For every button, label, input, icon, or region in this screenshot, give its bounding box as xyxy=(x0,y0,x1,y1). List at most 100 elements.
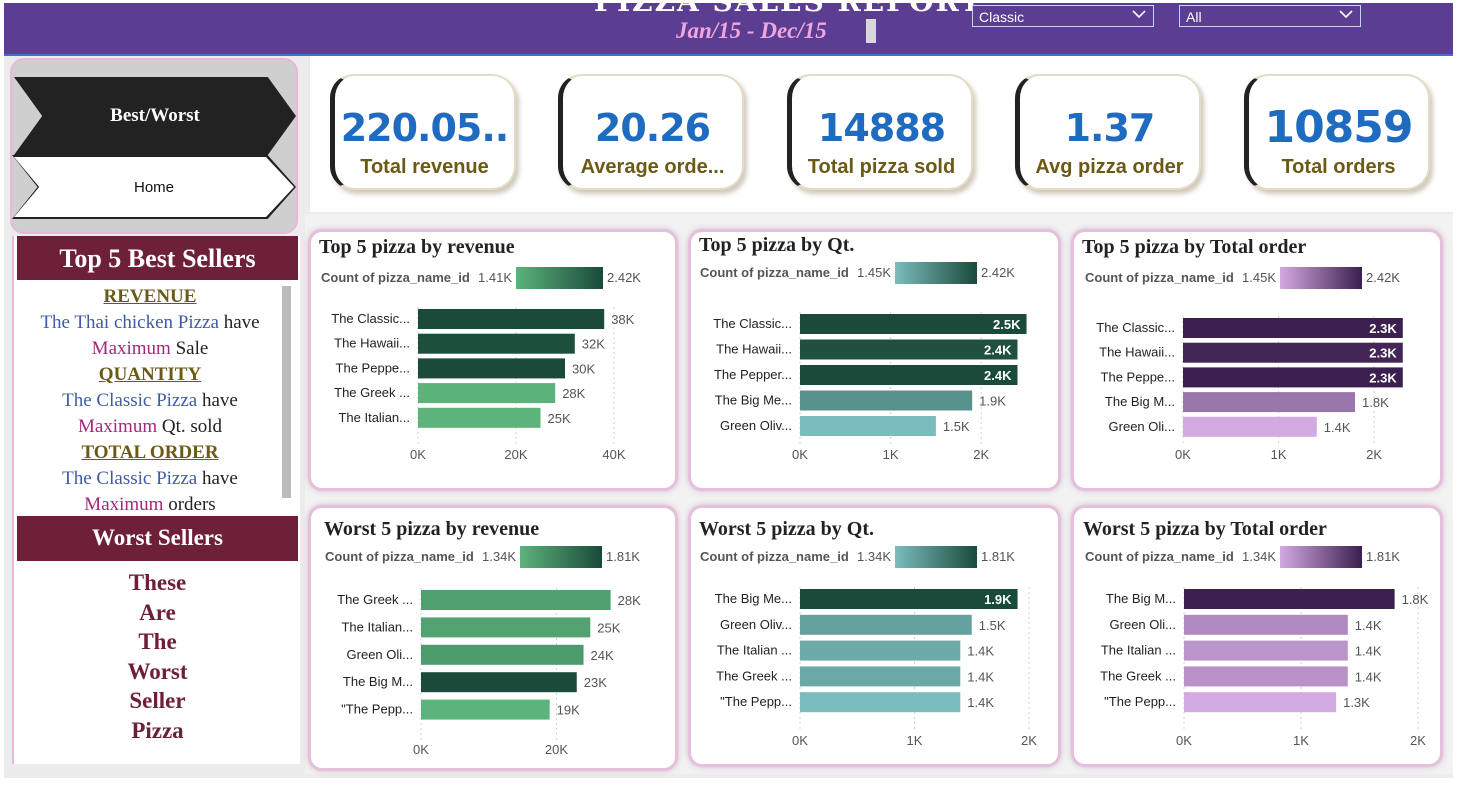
legend-max: 2.42K xyxy=(981,265,1015,280)
data-label: 1.4K xyxy=(1324,420,1351,435)
category-label: The Hawaii... xyxy=(716,342,792,357)
data-label: 1.4K xyxy=(967,644,994,659)
data-label: 24K xyxy=(591,648,614,663)
data-label: 28K xyxy=(618,593,641,608)
home-nav-label: Home xyxy=(14,157,294,217)
category-label: Green Oli... xyxy=(1109,419,1175,434)
kpi-value: 20.26 xyxy=(594,106,711,150)
category-label: Green Oliv... xyxy=(720,617,792,632)
chart-svg: Count of pizza_name_id 1.34K 1.81K 0K 1K 2K Th… xyxy=(700,546,1037,748)
bar[interactable] xyxy=(418,358,565,379)
bar[interactable] xyxy=(421,590,611,610)
legend-min: 1.41K xyxy=(478,270,512,285)
data-label: 30K xyxy=(572,361,595,376)
data-label: 1.4K xyxy=(967,695,994,710)
category-label: The Peppe... xyxy=(1101,369,1175,384)
chevron-down-icon[interactable] xyxy=(1338,6,1354,28)
kpi-value: 14888 xyxy=(817,106,946,150)
legend-gradient xyxy=(520,546,602,568)
kpi-total-orders: 10859 Total orders xyxy=(1244,74,1430,190)
worst-text-line: Are xyxy=(139,599,176,625)
kpi-label: Total orders xyxy=(1281,156,1396,178)
x-tick-label: 20K xyxy=(545,742,568,757)
worst-text-line: These xyxy=(128,570,187,595)
bar[interactable] xyxy=(421,699,550,720)
legend-field-label: Count of pizza_name_id xyxy=(1085,270,1234,285)
data-label: 1.4K xyxy=(967,669,994,684)
chart-top-revenue: Top 5 pizza by revenue Count of pizza_na… xyxy=(308,229,678,491)
category-label: The Big M... xyxy=(1106,591,1176,606)
bar[interactable] xyxy=(800,614,972,635)
bar[interactable] xyxy=(1184,589,1395,609)
bar[interactable] xyxy=(1183,416,1317,437)
bar[interactable] xyxy=(1184,692,1337,713)
size-slicer[interactable]: All xyxy=(1179,5,1361,27)
x-tick-label: 2K xyxy=(1410,733,1426,748)
x-tick-label: 20K xyxy=(504,447,527,462)
x-tick-label: 0K xyxy=(1176,733,1192,748)
bar[interactable] xyxy=(1184,614,1348,635)
bar[interactable] xyxy=(1184,640,1348,661)
data-label: 1.9K xyxy=(979,394,1006,409)
category-label: The Big M... xyxy=(343,674,413,689)
category-slicer[interactable]: Classic xyxy=(972,5,1154,27)
legend-max: 2.42K xyxy=(607,270,641,285)
data-label: 2.4K xyxy=(984,343,1012,358)
category-label: The Pepper... xyxy=(714,367,792,382)
data-label: 1.5K xyxy=(943,419,970,434)
bar[interactable] xyxy=(800,666,961,687)
bar[interactable] xyxy=(418,333,575,354)
category-label: The Greek ... xyxy=(716,668,792,683)
data-label: 28K xyxy=(562,386,585,401)
chart-svg: Count of pizza_name_id 1.34K 1.81K 0K 20K The… xyxy=(325,546,641,757)
home-nav-button[interactable]: Home xyxy=(12,155,296,219)
legend-max: 1.81K xyxy=(606,549,640,564)
have-text: have xyxy=(218,312,260,333)
data-label: 1.8K xyxy=(1402,592,1429,607)
bar[interactable] xyxy=(800,692,961,713)
insights-scrollbar[interactable] xyxy=(282,286,291,498)
bar[interactable] xyxy=(418,407,541,428)
bar[interactable] xyxy=(1184,666,1348,687)
legend-gradient xyxy=(1280,267,1362,289)
data-label: 38K xyxy=(611,312,634,327)
data-label: 2.4K xyxy=(984,368,1012,383)
x-tick-label: 40K xyxy=(602,447,625,462)
maximum-text: Maximum xyxy=(84,494,164,512)
x-tick-label: 1K xyxy=(1293,733,1309,748)
worst-text-line: Worst xyxy=(127,658,188,684)
data-label: 25K xyxy=(548,411,571,426)
worst-text-line: Seller xyxy=(129,688,186,713)
have-text: have xyxy=(197,390,238,411)
category-label: Green Oli... xyxy=(1110,617,1176,632)
kpi-label: Avg pizza order xyxy=(1035,156,1184,178)
x-tick-label: 1K xyxy=(907,733,923,748)
bar[interactable] xyxy=(421,644,584,665)
order-pizza-name: The Classic Pizza xyxy=(62,468,198,489)
bar[interactable] xyxy=(1183,392,1355,413)
bar[interactable] xyxy=(418,309,605,329)
bar[interactable] xyxy=(418,383,556,404)
kpi-average-order: 20.26 Average orde... xyxy=(558,74,744,190)
x-tick-label: 0K xyxy=(410,447,426,462)
bar[interactable] xyxy=(421,672,577,693)
data-label: 2.3K xyxy=(1369,346,1397,361)
x-tick-label: 2K xyxy=(973,447,989,462)
bar[interactable] xyxy=(800,390,973,411)
best-worst-nav-button[interactable]: Best/Worst xyxy=(14,77,296,155)
x-tick-label: 1K xyxy=(1271,447,1287,462)
category-label: The Greek ... xyxy=(1100,668,1176,683)
category-label: The Classic... xyxy=(1096,320,1175,335)
bar[interactable] xyxy=(800,640,961,661)
sale-text: Sale xyxy=(170,338,209,359)
text-cursor xyxy=(866,19,876,43)
bar[interactable] xyxy=(421,617,591,638)
legend-min: 1.34K xyxy=(857,549,891,564)
category-label: The Italian... xyxy=(338,410,410,425)
legend-min: 1.34K xyxy=(482,549,516,564)
chevron-down-icon[interactable] xyxy=(1131,6,1147,28)
worst-text-line: Pizza xyxy=(131,717,184,743)
category-label: "The Pepp... xyxy=(720,694,792,709)
kpi-value: 1.37 xyxy=(1064,106,1156,150)
bar[interactable] xyxy=(800,416,936,436)
